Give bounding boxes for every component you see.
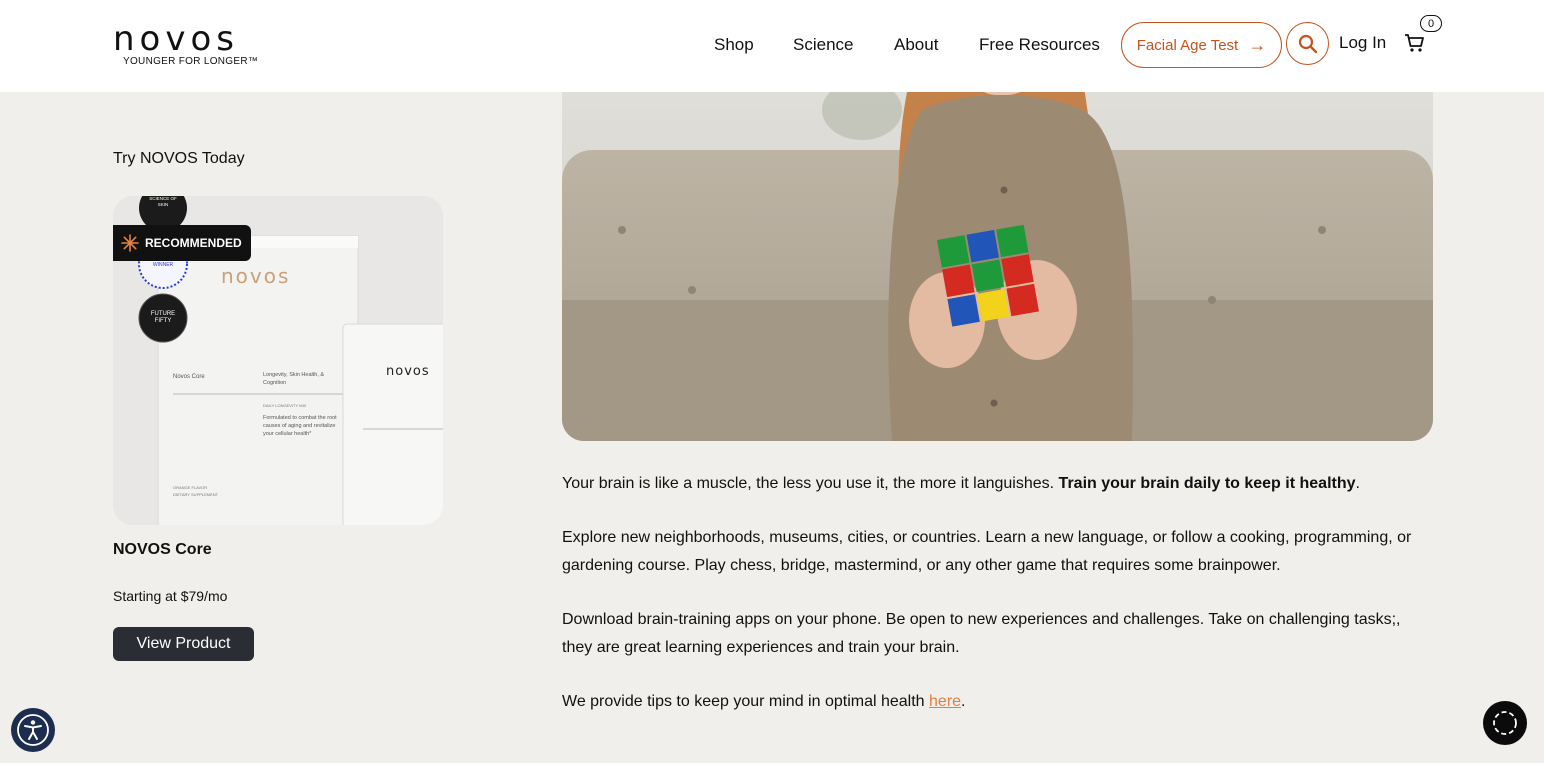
- starburst-icon: [121, 234, 139, 252]
- facial-age-test-button[interactable]: Facial Age Test →: [1121, 22, 1282, 68]
- nav-science[interactable]: Science: [793, 35, 853, 55]
- seal-future-fifty: FUTURE FIFTY: [150, 311, 176, 324]
- facial-age-test-label: Facial Age Test: [1136, 36, 1239, 54]
- search-button[interactable]: [1286, 22, 1329, 65]
- cart-icon: [1405, 34, 1424, 52]
- seal-science-of-skin: SCIENCE OF SKIN: [149, 196, 177, 207]
- package-brand: novos: [221, 264, 291, 288]
- view-product-button[interactable]: View Product: [113, 627, 254, 661]
- nav-free-resources[interactable]: Free Resources: [979, 35, 1100, 55]
- chat-button[interactable]: [1483, 701, 1527, 745]
- cart-count-badge: 0: [1420, 15, 1442, 32]
- cart-button[interactable]: [1404, 32, 1426, 54]
- article-paragraph-1: Your brain is like a muscle, the less yo…: [562, 470, 1432, 498]
- login-link[interactable]: Log In: [1339, 33, 1386, 53]
- package-description: Formulated to combat the root causes of …: [263, 415, 337, 437]
- chat-icon: [1493, 711, 1517, 735]
- sidebar-title: Try NOVOS Today: [113, 150, 245, 167]
- article-paragraph-2: Explore new neighborhoods, museums, citi…: [562, 529, 1412, 574]
- site-header: novos YOUNGER FOR LONGER™ Shop Science A…: [0, 0, 1544, 92]
- accessibility-icon: [17, 714, 49, 746]
- sachet-brand: novos: [386, 364, 430, 379]
- paragraph-1-text: Your brain is like a muscle, the less yo…: [562, 475, 1059, 492]
- package-flavor: ORANGE FLAVOR: [173, 485, 208, 490]
- here-link[interactable]: here: [929, 693, 961, 710]
- article-body: Your brain is like a muscle, the less yo…: [562, 470, 1432, 742]
- recommended-badge: RECOMMENDED: [113, 225, 251, 261]
- paragraph-1-bold: Train your brain daily to keep it health…: [1058, 475, 1356, 492]
- accessibility-button[interactable]: [11, 708, 55, 752]
- logo-tagline: YOUNGER FOR LONGER™: [123, 56, 259, 67]
- nav-about[interactable]: About: [894, 35, 938, 55]
- nav-shop[interactable]: Shop: [714, 35, 754, 55]
- paragraph-4-text: We provide tips to keep your mind in opt…: [562, 693, 930, 710]
- recommended-label: RECOMMENDED: [145, 236, 242, 250]
- package-benefits: Longevity, Skin Health, & Cognition: [263, 372, 325, 386]
- package-mix: DAILY LONGEVITY MIX: [263, 403, 307, 408]
- article-paragraph-4: We provide tips to keep your mind in opt…: [562, 688, 1432, 716]
- paragraph-1-end: .: [1355, 475, 1360, 492]
- brand-logo[interactable]: novos YOUNGER FOR LONGER™: [113, 22, 258, 72]
- product-name[interactable]: NOVOS Core: [113, 541, 212, 559]
- paragraph-4-end: .: [961, 693, 966, 710]
- article-paragraph-3: Download brain-training apps on your pho…: [562, 611, 1401, 656]
- arrow-right-icon: →: [1248, 34, 1267, 55]
- seal-winner: WINNER: [152, 262, 174, 268]
- product-price: Starting at $79/mo: [113, 588, 228, 604]
- package-product: Novos Core: [173, 374, 205, 380]
- package-type: DIETARY SUPPLEMENT: [173, 492, 219, 497]
- logo-wordmark: novos: [113, 19, 239, 59]
- search-icon: [1298, 34, 1317, 53]
